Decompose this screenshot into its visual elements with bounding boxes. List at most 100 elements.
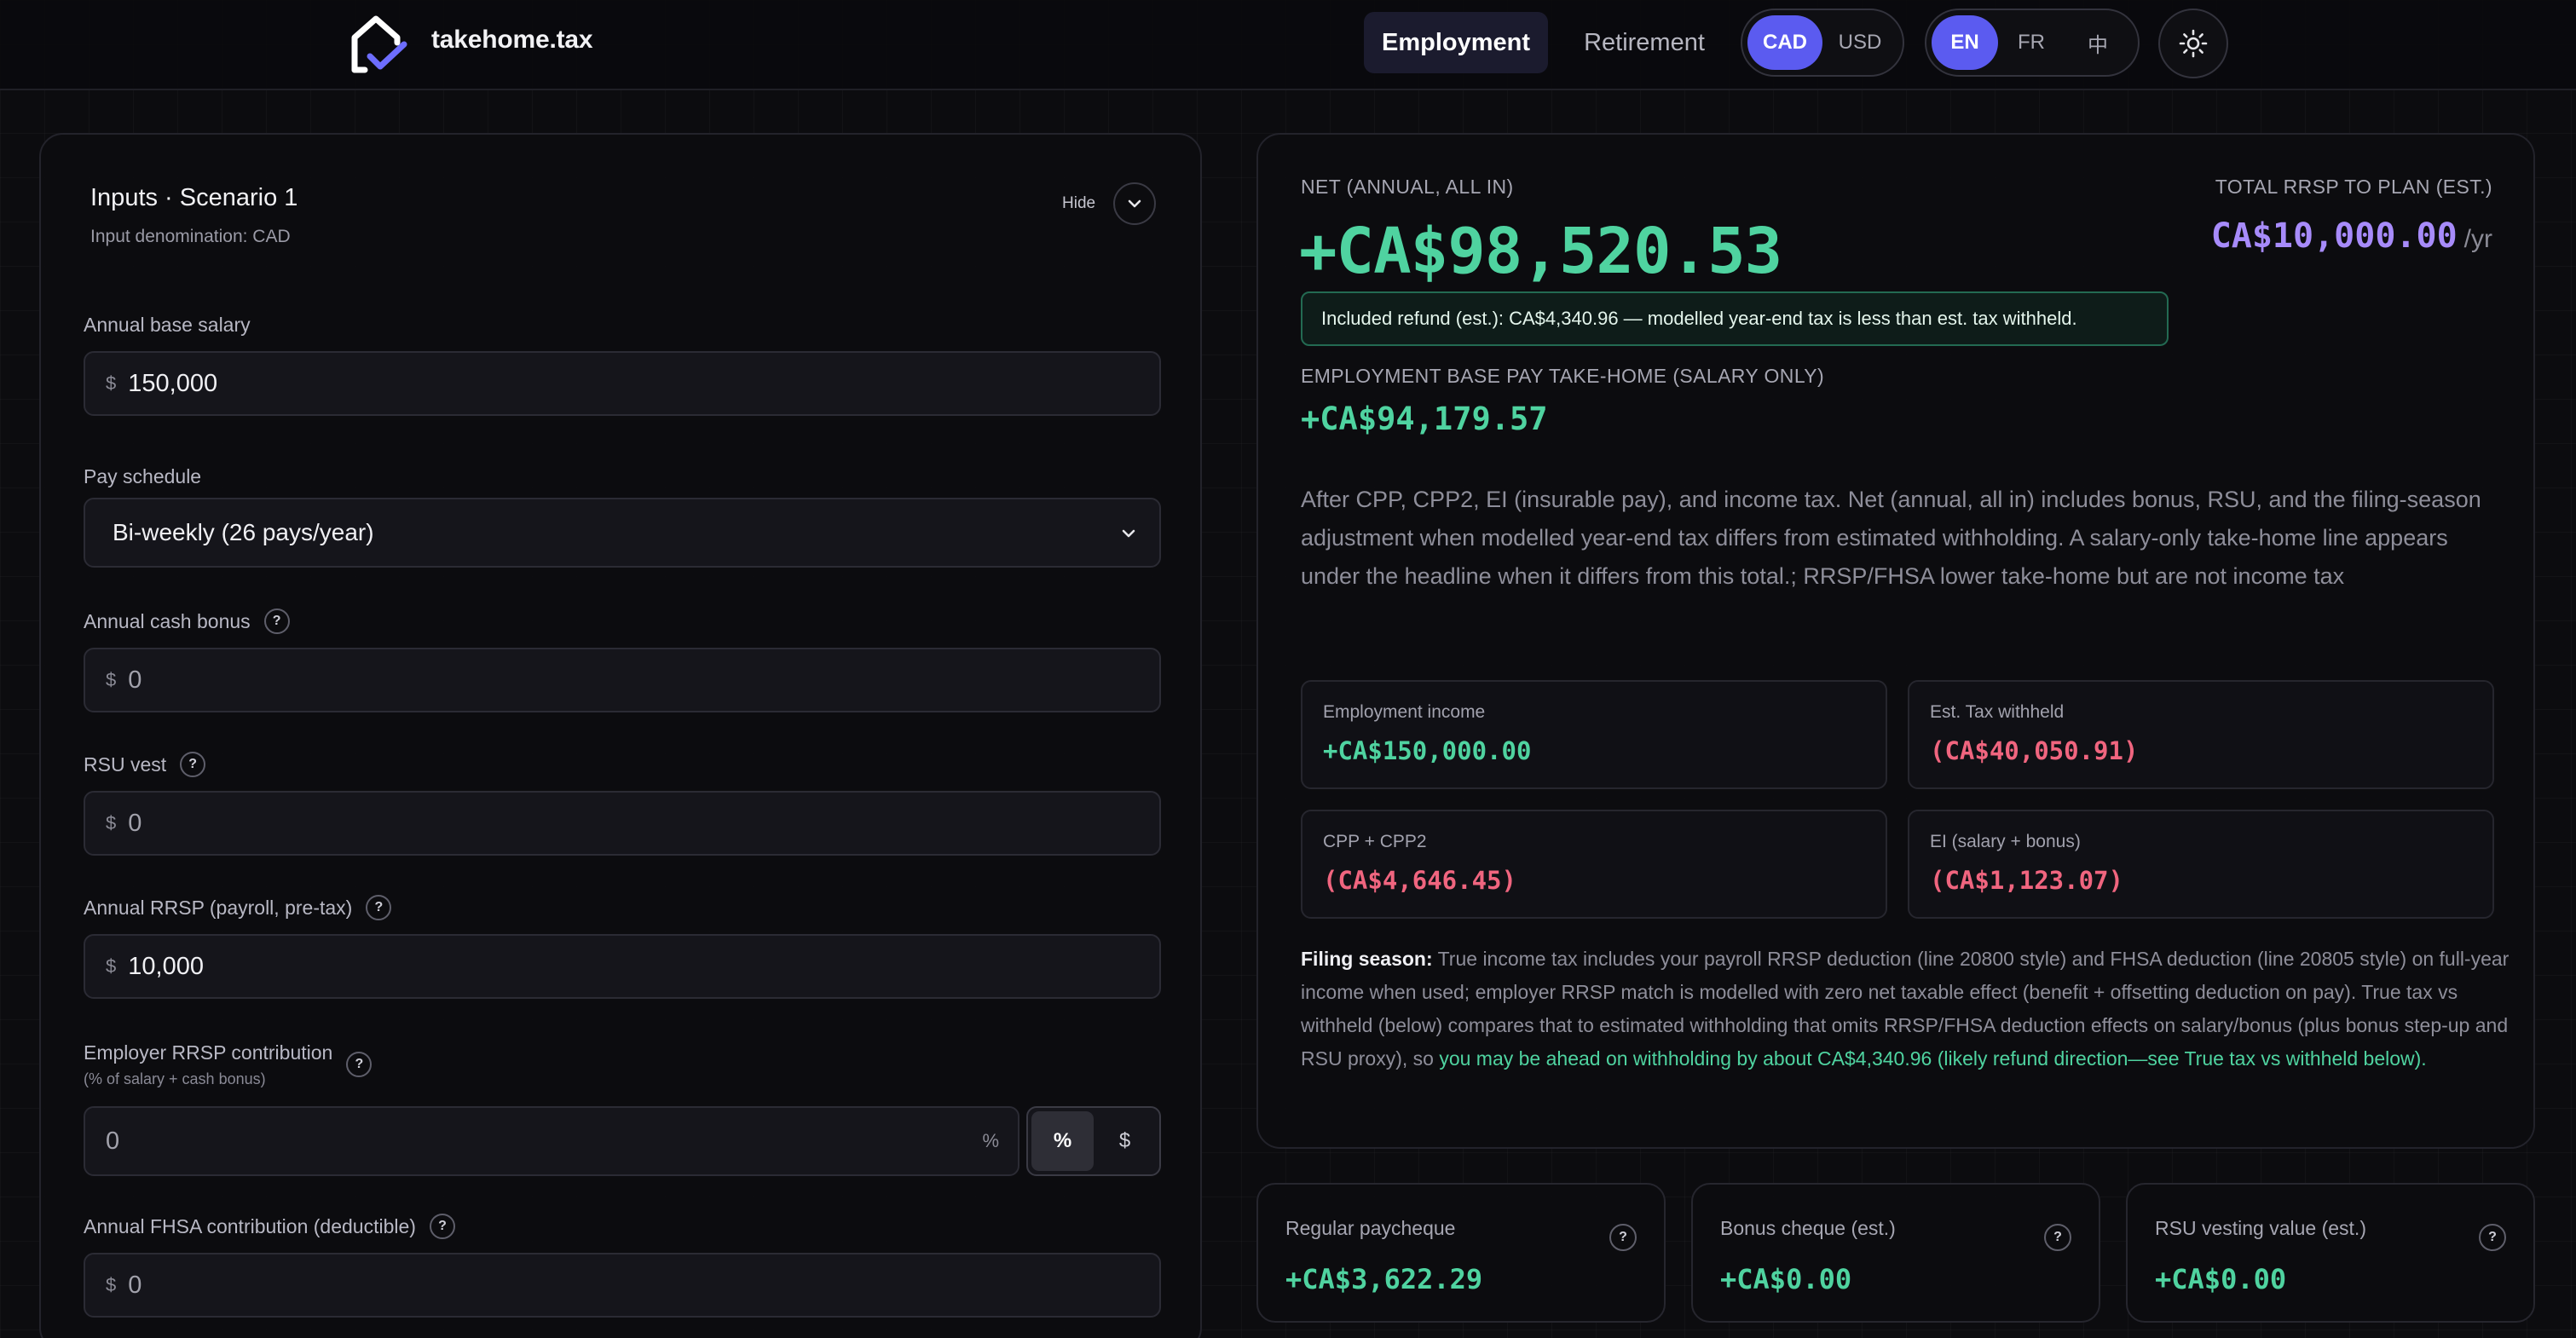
salary-label: Annual base salary: [84, 314, 251, 337]
filing-season-highlight: you may be ahead on withholding by about…: [1439, 1047, 2427, 1070]
rrsp-value: 10,000: [128, 952, 204, 980]
brand-name[interactable]: takehome.tax: [431, 26, 593, 55]
bonus-cheque-value: +CA$0.00: [1720, 1263, 1852, 1295]
theme-toggle-button[interactable]: [2158, 9, 2228, 78]
rsu-value: 0: [128, 809, 142, 837]
language-option-fr[interactable]: FR: [1998, 15, 2065, 70]
results-panel: NET (ANNUAL, ALL IN) +CA$98,520.53 TOTAL…: [1256, 133, 2535, 1149]
rrsp-label: Annual RRSP (payroll, pre-tax) ?: [84, 895, 392, 920]
employer-rrsp-label: Employer RRSP contribution ?: [84, 1040, 373, 1077]
rsu-label-text: RSU vest: [84, 753, 167, 776]
regular-paycheque-label: Regular paycheque: [1285, 1217, 1456, 1239]
salary-input[interactable]: $ 150,000: [84, 351, 1161, 416]
mode-percent-option[interactable]: %: [1031, 1111, 1094, 1171]
currency-symbol: $: [106, 812, 117, 833]
tab-retirement[interactable]: Retirement: [1563, 12, 1725, 73]
bonus-cheque-help-icon[interactable]: ?: [2044, 1224, 2071, 1251]
bonus-input[interactable]: $ 0: [84, 648, 1161, 712]
pay-schedule-label: Pay schedule: [84, 465, 201, 488]
employment-income-value: +CA$150,000.00: [1323, 736, 1532, 765]
chevron-down-icon: [1128, 199, 1141, 208]
inputs-panel: Inputs · Scenario 1 Input denomination: …: [39, 133, 1202, 1338]
currency-symbol: $: [106, 669, 117, 690]
chevron-down-icon: [1122, 529, 1135, 538]
total-rrsp-value: CA$10,000.00: [2210, 216, 2458, 256]
employer-rrsp-input[interactable]: 0 %: [84, 1106, 1019, 1176]
ei-card: EI (salary + bonus) (CA$1,123.07): [1908, 810, 2494, 919]
total-rrsp-label: TOTAL RRSP TO PLAN (EST.): [2215, 176, 2492, 198]
cpp-card: CPP + CPP2 (CA$4,646.45): [1301, 810, 1887, 919]
rsu-input[interactable]: $ 0: [84, 791, 1161, 856]
rsu-vesting-label: RSU vesting value (est.): [2155, 1217, 2366, 1239]
employment-income-label: Employment income: [1323, 702, 1486, 722]
hide-label[interactable]: Hide: [1062, 194, 1095, 213]
inputs-title: Inputs · Scenario 1: [90, 184, 298, 211]
currency-toggle: CAD USD: [1741, 9, 1904, 77]
rsu-vesting-help-icon[interactable]: ?: [2479, 1224, 2506, 1251]
currency-symbol: $: [106, 955, 117, 977]
fhsa-help-icon[interactable]: ?: [429, 1214, 455, 1239]
rrsp-input[interactable]: $ 10,000: [84, 934, 1161, 999]
mode-dollar-option[interactable]: $: [1094, 1111, 1156, 1171]
total-rrsp-amount: CA$10,000.00 /yr: [2211, 216, 2492, 256]
employer-rrsp-help-icon[interactable]: ?: [346, 1052, 373, 1077]
bonus-cheque-label: Bonus cheque (est.): [1720, 1217, 1896, 1239]
net-annual-label: NET (ANNUAL, ALL IN): [1301, 176, 1514, 198]
cpp-label: CPP + CPP2: [1323, 832, 1427, 851]
percent-suffix: %: [982, 1130, 999, 1151]
language-option-en[interactable]: EN: [1932, 15, 1998, 70]
employer-rrsp-value: 0: [106, 1127, 120, 1155]
employer-rrsp-sublabel: (% of salary + cash bonus): [84, 1070, 266, 1087]
rsu-vesting-value: +CA$0.00: [2155, 1263, 2287, 1295]
rrsp-help-icon[interactable]: ?: [366, 895, 392, 920]
currency-option-usd[interactable]: USD: [1822, 15, 1897, 70]
bonus-help-icon[interactable]: ?: [263, 608, 290, 634]
salary-label-text: Annual base salary: [84, 314, 251, 336]
refund-note: Included refund (est.): CA$4,340.96 — mo…: [1301, 291, 2169, 346]
bonus-label-text: Annual cash bonus: [84, 609, 251, 632]
net-annual-value: +CA$98,520.53: [1299, 215, 1782, 288]
fhsa-label-text: Annual FHSA contribution (deductible): [84, 1214, 416, 1237]
language-option-zh[interactable]: 中: [2065, 15, 2131, 70]
employer-rrsp-label-text: Employer RRSP contribution: [84, 1041, 333, 1064]
house-check-logo[interactable]: [348, 12, 411, 75]
employment-income-card: Employment income +CA$150,000.00: [1301, 680, 1887, 789]
tab-employment[interactable]: Employment: [1364, 12, 1548, 73]
tax-withheld-label: Est. Tax withheld: [1930, 702, 2065, 722]
regular-paycheque-card: Regular paycheque ? +CA$3,622.29: [1256, 1183, 1666, 1323]
sun-icon: [2179, 29, 2208, 58]
rsu-help-icon[interactable]: ?: [180, 752, 206, 777]
tax-withheld-card: Est. Tax withheld (CA$40,050.91): [1908, 680, 2494, 789]
input-denomination: Input denomination: CAD: [90, 227, 291, 246]
fhsa-value: 0: [128, 1271, 142, 1299]
bonus-cheque-card: Bonus cheque (est.) ? +CA$0.00: [1691, 1183, 2100, 1323]
ei-value: (CA$1,123.07): [1930, 866, 2123, 895]
fhsa-input[interactable]: $ 0: [84, 1253, 1161, 1318]
employer-rrsp-mode-toggle: % $: [1026, 1106, 1161, 1176]
language-toggle: EN FR 中: [1925, 9, 2140, 77]
cpp-value: (CA$4,646.45): [1323, 866, 1516, 895]
results-description: After CPP, CPP2, EI (insurable pay), and…: [1301, 487, 2481, 589]
regular-paycheque-help-icon[interactable]: ?: [1609, 1224, 1637, 1251]
rrsp-label-text: Annual RRSP (payroll, pre-tax): [84, 896, 353, 919]
tax-withheld-value: (CA$40,050.91): [1930, 736, 2139, 765]
rsu-vesting-card: RSU vesting value (est.) ? +CA$0.00: [2126, 1183, 2535, 1323]
collapse-button[interactable]: [1113, 182, 1156, 225]
ei-label: EI (salary + bonus): [1930, 832, 2081, 851]
pay-schedule-select[interactable]: Bi-weekly (26 pays/year): [84, 498, 1161, 568]
rsu-label: RSU vest ?: [84, 752, 206, 777]
base-pay-takehome-value: +CA$94,179.57: [1301, 401, 1548, 437]
currency-option-cad[interactable]: CAD: [1747, 15, 1822, 70]
regular-paycheque-value: +CA$3,622.29: [1285, 1263, 1483, 1295]
pay-schedule-value: Bi-weekly (26 pays/year): [113, 519, 374, 545]
filing-season-note: Filing season: True income tax includes …: [1301, 943, 2511, 1076]
total-rrsp-unit: /yr: [2463, 225, 2492, 253]
currency-symbol: $: [106, 372, 117, 394]
bonus-label: Annual cash bonus ?: [84, 608, 290, 634]
currency-symbol: $: [106, 1274, 117, 1295]
base-pay-takehome-label: EMPLOYMENT BASE PAY TAKE-HOME (SALARY ON…: [1301, 365, 1825, 387]
pay-schedule-label-text: Pay schedule: [84, 465, 202, 487]
fhsa-label: Annual FHSA contribution (deductible) ?: [84, 1214, 455, 1239]
filing-season-lead: Filing season:: [1301, 948, 1433, 970]
bonus-value: 0: [128, 666, 142, 694]
